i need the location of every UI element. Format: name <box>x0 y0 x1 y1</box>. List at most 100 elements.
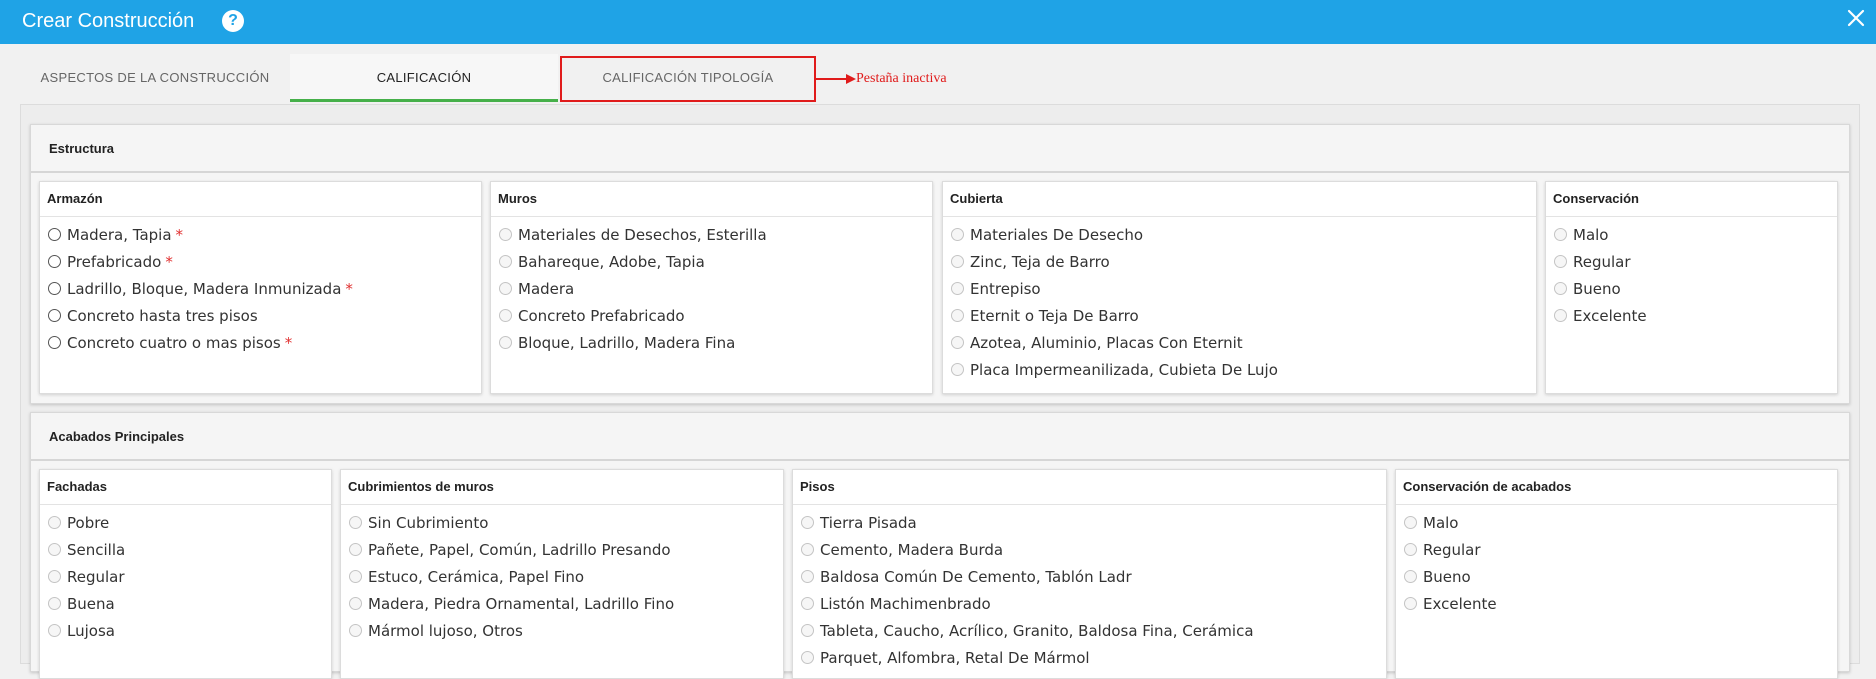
option-concreto-tres-pisos[interactable]: Concreto hasta tres pisos <box>40 302 481 329</box>
option-label: Concreto hasta tres pisos <box>67 306 258 325</box>
option-label: Tierra Pisada <box>820 513 917 532</box>
option-label: Madera, Piedra Ornamental, Ladrillo Fino <box>368 594 675 613</box>
option-item: Materiales De Desecho <box>943 221 1536 248</box>
option-label: Eternit o Teja De Barro <box>970 306 1139 325</box>
option-item: Regular <box>1546 248 1837 275</box>
option-item: Tierra Pisada <box>793 509 1386 536</box>
option-label: Concreto Prefabricado <box>518 306 685 325</box>
radio-button-disabled <box>801 543 814 556</box>
radio-button-disabled <box>1404 543 1417 556</box>
option-item: Materiales de Desechos, Esterilla <box>491 221 932 248</box>
option-label: Pobre <box>67 513 110 532</box>
radio-button-disabled <box>801 624 814 637</box>
annotation-arrow-icon <box>846 74 856 84</box>
option-label: Lujosa <box>67 621 115 640</box>
radio-button[interactable] <box>48 228 61 241</box>
option-label: Malo <box>1573 225 1609 244</box>
option-item: Bueno <box>1396 563 1837 590</box>
option-label: Bueno <box>1423 567 1471 586</box>
radio-button-disabled <box>801 516 814 529</box>
annotation-label: Pestaña inactiva <box>856 71 947 86</box>
radio-button-disabled <box>499 228 512 241</box>
option-item: Sin Cubrimiento <box>341 509 783 536</box>
option-label: Bahareque, Adobe, Tapia <box>518 252 705 271</box>
option-concreto-cuatro-pisos[interactable]: Concreto cuatro o mas pisos * <box>40 329 481 356</box>
radio-button-disabled <box>1554 309 1567 322</box>
option-label: Estuco, Cerámica, Papel Fino <box>368 567 585 586</box>
option-label: Concreto cuatro o mas pisos <box>67 333 281 352</box>
option-label: Madera, Tapia <box>67 225 172 244</box>
option-label: Cemento, Madera Burda <box>820 540 1004 559</box>
option-label: Entrepiso <box>970 279 1041 298</box>
option-label: Azotea, Aluminio, Placas Con Eternit <box>970 333 1243 352</box>
option-label: Excelente <box>1573 306 1647 325</box>
radio-button-disabled <box>1404 570 1417 583</box>
option-madera-tapia[interactable]: Madera, Tapia * <box>40 221 481 248</box>
radio-button-disabled <box>951 228 964 241</box>
option-prefabricado[interactable]: Prefabricado * <box>40 248 481 275</box>
option-label: Sin Cubrimiento <box>368 513 489 532</box>
option-item: Lujosa <box>40 617 331 644</box>
card-cubrimientos-muros: Cubrimientos de muros Sin Cubrimiento Pa… <box>340 469 784 679</box>
section-title: Estructura <box>31 125 1849 173</box>
radio-button[interactable] <box>48 282 61 295</box>
card-conservacion-acabados: Conservación de acabados Malo Regular Bu… <box>1395 469 1838 679</box>
tab-aspectos-construccion[interactable]: ASPECTOS DE LA CONSTRUCCIÓN <box>20 54 290 102</box>
card-muros: Muros Materiales de Desechos, Esterilla … <box>490 181 933 394</box>
option-item: Baldosa Común De Cemento, Tablón Ladr <box>793 563 1386 590</box>
card-cubierta: Cubierta Materiales De Desecho Zinc, Tej… <box>942 181 1537 394</box>
radio-button-disabled <box>951 336 964 349</box>
radio-button[interactable] <box>48 255 61 268</box>
option-label: Parquet, Alfombra, Retal De Mármol <box>820 648 1090 667</box>
option-item: Madera <box>491 275 932 302</box>
option-item: Cemento, Madera Burda <box>793 536 1386 563</box>
option-label: Placa Impermeanilizada, Cubieta De Lujo <box>970 360 1278 379</box>
option-ladrillo-bloque[interactable]: Ladrillo, Bloque, Madera Inmunizada * <box>40 275 481 302</box>
card-title: Muros <box>491 182 932 217</box>
radio-button-disabled <box>499 255 512 268</box>
tab-calificacion[interactable]: CALIFICACIÓN <box>290 54 558 102</box>
radio-button-disabled <box>1404 597 1417 610</box>
card-title: Cubierta <box>943 182 1536 217</box>
radio-button-disabled <box>801 597 814 610</box>
radio-button-disabled <box>48 570 61 583</box>
option-item: Bloque, Ladrillo, Madera Fina <box>491 329 932 356</box>
option-label: Regular <box>67 567 125 586</box>
help-icon[interactable]: ? <box>222 10 244 32</box>
option-item: Listón Machimenbrado <box>793 590 1386 617</box>
option-label: Materiales de Desechos, Esterilla <box>518 225 767 244</box>
card-conservacion: Conservación Malo Regular Bueno Excelent… <box>1545 181 1838 394</box>
radio-button-disabled <box>1404 516 1417 529</box>
option-label: Baldosa Común De Cemento, Tablón Ladr <box>820 567 1132 586</box>
option-item: Azotea, Aluminio, Placas Con Eternit <box>943 329 1536 356</box>
card-title: Cubrimientos de muros <box>341 470 783 505</box>
option-item: Estuco, Cerámica, Papel Fino <box>341 563 783 590</box>
radio-button-disabled <box>349 516 362 529</box>
card-title: Fachadas <box>40 470 331 505</box>
option-label: Buena <box>67 594 115 613</box>
option-label: Regular <box>1423 540 1481 559</box>
option-item: Pañete, Papel, Común, Ladrillo Presando <box>341 536 783 563</box>
option-item: Pobre <box>40 509 331 536</box>
radio-button-disabled <box>499 282 512 295</box>
required-star-icon: * <box>345 279 353 298</box>
radio-button[interactable] <box>48 336 61 349</box>
option-item: Sencilla <box>40 536 331 563</box>
card-armazon: Armazón Madera, Tapia * Prefabricado * Lad… <box>39 181 482 394</box>
option-label: Madera <box>518 279 575 298</box>
option-item: Tableta, Caucho, Acrílico, Granito, Bald… <box>793 617 1386 644</box>
card-pisos: Pisos Tierra Pisada Cemento, Madera Burd… <box>792 469 1387 679</box>
option-label: Ladrillo, Bloque, Madera Inmunizada <box>67 279 342 298</box>
annotation-arrow-line <box>816 78 848 80</box>
section-title: Acabados Principales <box>31 413 1849 461</box>
radio-button-disabled <box>1554 282 1567 295</box>
calificacion-panel: Estructura Armazón Madera, Tapia * Prefab… <box>20 104 1860 679</box>
option-item: Placa Impermeanilizada, Cubieta De Lujo <box>943 356 1536 383</box>
radio-button-disabled <box>951 363 964 376</box>
close-icon[interactable] <box>1844 6 1868 30</box>
radio-button[interactable] <box>48 309 61 322</box>
option-item: Bueno <box>1546 275 1837 302</box>
section-estructura: Estructura Armazón Madera, Tapia * Prefab… <box>30 124 1850 404</box>
card-title: Pisos <box>793 470 1386 505</box>
radio-button-disabled <box>499 309 512 322</box>
